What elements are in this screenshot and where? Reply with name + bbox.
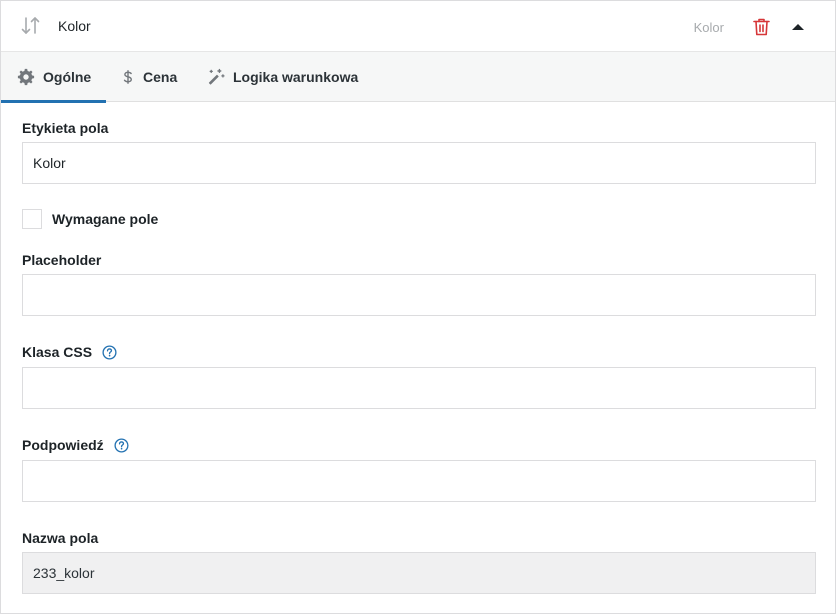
help-icon[interactable] [102,344,117,360]
css-class-label-text: Klasa CSS [22,344,93,360]
magic-wand-icon [208,68,225,85]
tab-general-label: Ogólne [43,69,92,85]
css-class-input[interactable] [22,367,816,409]
field-name-input [22,552,816,594]
field-editor-panel: Kolor Kolor Ogólne Cena Logika warunkowa… [0,0,836,614]
tab-price-label: Cena [143,69,178,85]
hint-input[interactable] [22,460,816,502]
field-name-label-text: Nazwa pola [22,530,99,546]
help-icon[interactable] [114,437,129,453]
hint-label-text: Podpowiedź [22,437,104,453]
sort-arrows-icon[interactable] [21,16,41,36]
field-name-label: Nazwa pola [22,530,98,546]
field-type-label: Kolor [693,20,724,35]
field-label-label: Etykieta pola [22,120,108,136]
tab-general[interactable]: Ogólne [0,52,107,103]
trash-icon[interactable] [753,18,770,36]
css-class-label: Klasa CSS [22,344,117,360]
placeholder-input[interactable] [22,274,816,316]
tab-conditional-logic[interactable]: Logika warunkowa [207,52,358,102]
required-checkbox-label[interactable]: Wymagane pole [52,211,158,227]
gear-icon [17,68,35,86]
field-header[interactable]: Kolor Kolor [1,1,835,52]
placeholder-label-text: Placeholder [22,252,102,268]
tabs-bar: Ogólne Cena Logika warunkowa [0,52,835,103]
caret-up-icon[interactable] [789,18,807,36]
field-label-text: Etykieta pola [22,120,109,136]
hint-label: Podpowiedź [22,437,129,453]
field-title: Kolor [58,18,91,34]
dollar-icon [123,70,132,84]
required-checkbox[interactable] [22,209,42,229]
field-label-input[interactable] [22,142,816,184]
tab-price[interactable]: Cena [121,52,177,102]
tab-conditional-logic-label: Logika warunkowa [233,69,359,85]
placeholder-label: Placeholder [22,252,101,268]
